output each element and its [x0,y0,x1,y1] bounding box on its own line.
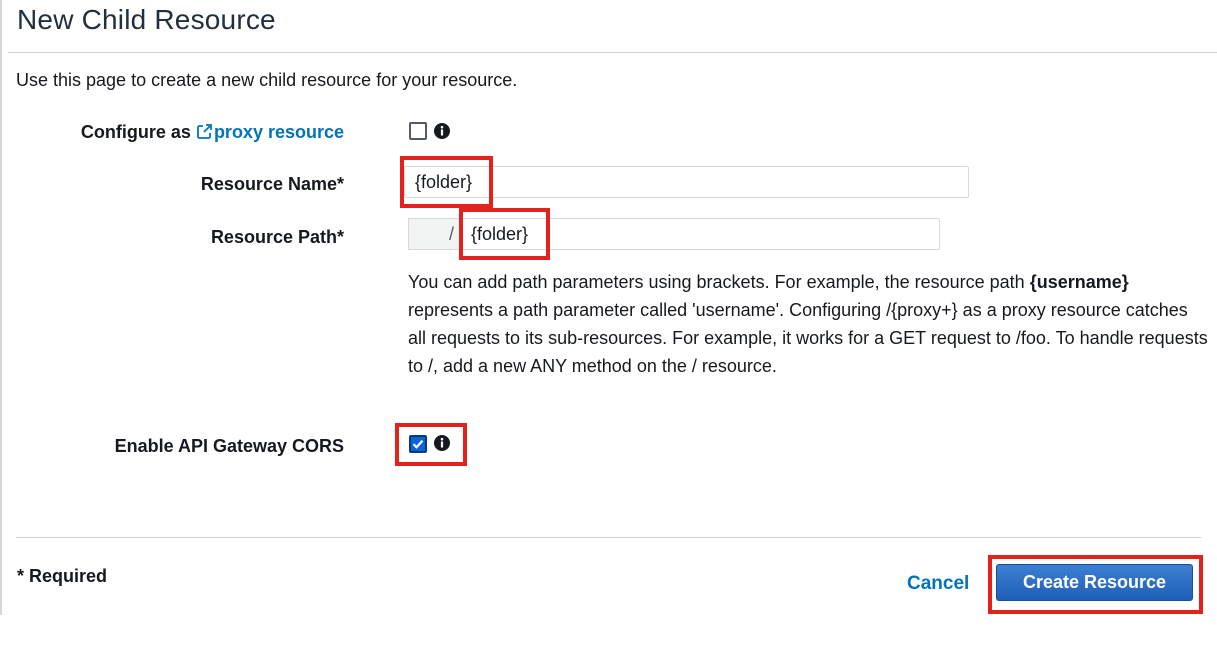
page-intro: Use this page to create a new child reso… [16,70,518,90]
panel-left-border [0,0,2,615]
resource-name-label: Resource Name* [200,174,344,194]
footer-divider [16,537,1201,538]
resource-name-input[interactable]: {folder} [404,166,969,198]
help-text-part1: You can add path parameters using bracke… [408,272,1030,292]
cors-label: Enable API Gateway CORS [114,436,344,456]
resource-path-label: Resource Path* [210,227,344,247]
cors-info-icon[interactable] [434,435,450,451]
proxy-info-icon[interactable] [434,123,450,139]
resource-path-value: {folder} [471,224,529,244]
resource-path-input[interactable]: {folder} [462,218,940,250]
proxy-resource-link[interactable]: proxy resource [196,122,344,142]
create-resource-button[interactable]: Create Resource [996,564,1193,601]
cancel-button[interactable]: Cancel [907,573,969,595]
cors-checkbox[interactable] [409,435,427,453]
title-divider [8,52,1217,53]
path-parameter-help-text: You can add path parameters using bracke… [408,268,1208,380]
new-child-resource-page: New Child Resource Use this page to crea… [0,0,1217,658]
proxy-label-prefix: Configure as [80,122,191,142]
resource-path-prefix: / [408,218,462,250]
checkmark-icon [412,439,424,449]
proxy-resource-checkbox[interactable] [409,122,427,140]
help-text-bold: {username} [1029,272,1129,292]
required-note: * Required [17,566,108,586]
page-title: New Child Resource [17,4,276,35]
proxy-field-label: Configure as proxy resource [81,122,344,143]
resource-name-value: {folder} [415,172,473,192]
proxy-link-text: proxy resource [213,122,344,142]
help-text-part2: represents a path parameter called 'user… [408,300,1208,376]
external-link-icon [197,124,212,139]
highlight-cors [395,423,467,466]
